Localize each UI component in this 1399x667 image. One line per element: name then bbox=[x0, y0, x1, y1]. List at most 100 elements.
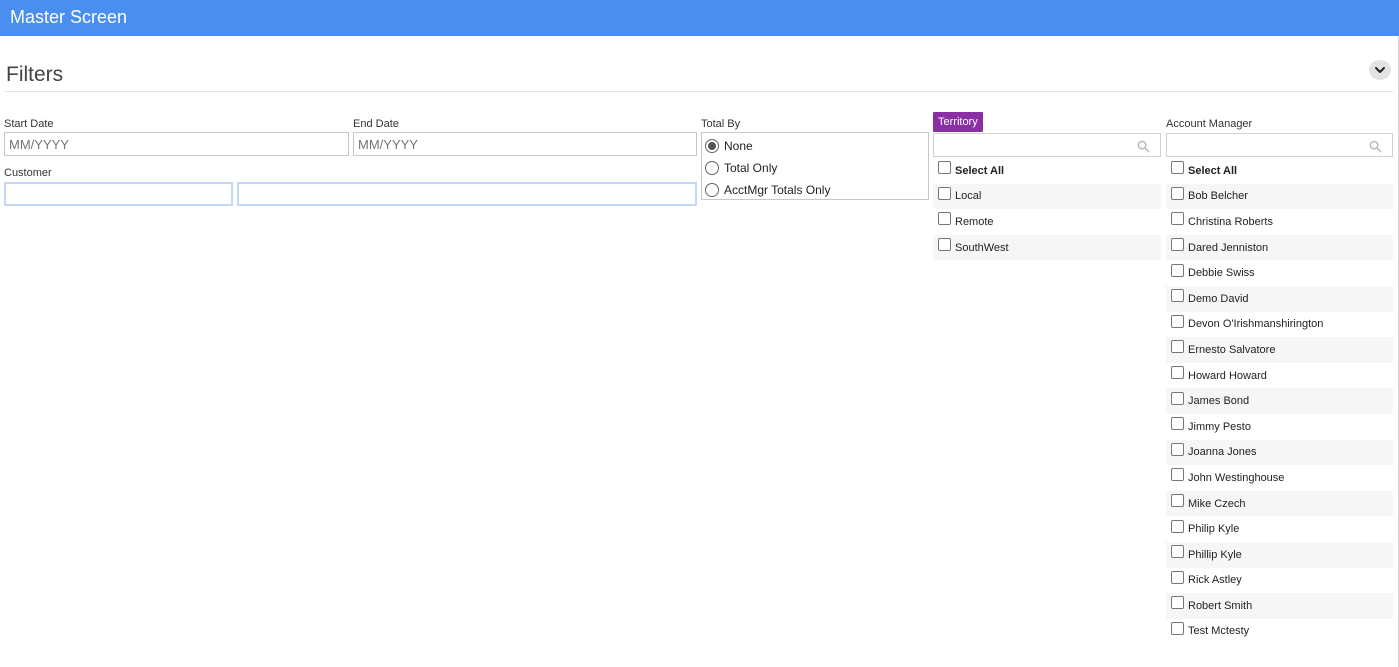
account-manager-item[interactable]: Christina Roberts bbox=[1166, 209, 1393, 235]
checkbox[interactable] bbox=[938, 212, 951, 226]
radio-button[interactable] bbox=[705, 139, 719, 153]
search-icon bbox=[1137, 140, 1150, 153]
list-item-label: SouthWest bbox=[955, 241, 1009, 254]
total-by-group: None Total Only AcctMgr Totals Only bbox=[701, 132, 929, 200]
checkbox[interactable] bbox=[1171, 570, 1184, 584]
app-title: Master Screen bbox=[10, 7, 128, 27]
list-item-label: Rick Astley bbox=[1188, 574, 1242, 587]
checkbox[interactable] bbox=[1171, 238, 1184, 252]
list-item-label: Local bbox=[955, 190, 982, 203]
territory-item-local[interactable]: Local bbox=[933, 183, 1161, 210]
list-item-label: Jimmy Pesto bbox=[1188, 420, 1251, 433]
account-manager-item[interactable]: Joanna Jones bbox=[1166, 439, 1393, 466]
account-manager-item[interactable]: Test Mctesty bbox=[1166, 618, 1393, 645]
list-item-label: Test Mctesty bbox=[1188, 625, 1250, 638]
total-by-label: Total By bbox=[701, 118, 741, 130]
checkbox[interactable] bbox=[1171, 186, 1184, 200]
radio-label: Total Only bbox=[724, 161, 778, 175]
account-manager-label: Account Manager bbox=[1166, 118, 1253, 130]
checkbox[interactable] bbox=[1171, 212, 1184, 226]
list-item-label: Dared Jenniston bbox=[1188, 241, 1269, 254]
customer-name-input[interactable] bbox=[237, 182, 697, 206]
territory-list: Select All Local Remote SouthWest bbox=[933, 158, 1161, 261]
customer-label: Customer bbox=[4, 167, 52, 179]
filters-divider bbox=[4, 91, 1393, 92]
checkbox[interactable] bbox=[1171, 161, 1184, 175]
list-item-label: Devon O'Irishmanshirington bbox=[1188, 318, 1324, 331]
checkbox[interactable] bbox=[1171, 340, 1184, 354]
chevron-down-icon bbox=[1375, 67, 1385, 73]
checkbox[interactable] bbox=[1171, 545, 1184, 559]
account-manager-item[interactable]: Ernesto Salvatore bbox=[1166, 337, 1393, 363]
territory-label: Territory bbox=[933, 112, 983, 132]
account-manager-item[interactable]: John Westinghouse bbox=[1166, 465, 1393, 491]
list-item-label: Debbie Swiss bbox=[1188, 267, 1255, 280]
account-manager-item[interactable]: Jimmy Pesto bbox=[1166, 413, 1393, 440]
start-date-input[interactable] bbox=[4, 132, 349, 156]
filters-heading: Filters bbox=[6, 63, 64, 86]
account-manager-item[interactable]: Rick Astley bbox=[1166, 567, 1393, 594]
territory-select-all[interactable]: Select All bbox=[933, 158, 1161, 184]
list-item-label: Select All bbox=[955, 164, 1005, 177]
account-manager-item[interactable]: Demo David bbox=[1166, 285, 1393, 312]
account-manager-item[interactable]: Debbie Swiss bbox=[1166, 260, 1393, 286]
account-manager-select-all[interactable]: Select All bbox=[1166, 158, 1393, 184]
list-item-label: Christina Roberts bbox=[1188, 215, 1273, 228]
account-manager-item[interactable]: Mike Czech bbox=[1166, 490, 1393, 517]
list-item-label: John Westinghouse bbox=[1188, 471, 1285, 484]
account-manager-list: Select All Bob Belcher Christina Roberts… bbox=[1166, 158, 1393, 645]
checkbox[interactable] bbox=[1171, 417, 1184, 431]
collapse-filters-button[interactable] bbox=[1369, 60, 1391, 80]
list-item-label: Howard Howard bbox=[1188, 369, 1267, 382]
checkbox[interactable] bbox=[1171, 442, 1184, 456]
account-manager-item[interactable]: Dared Jenniston bbox=[1166, 234, 1393, 261]
list-item-label: Select All bbox=[1188, 164, 1238, 177]
radio-button[interactable] bbox=[705, 183, 719, 197]
list-item-label: Philip Kyle bbox=[1188, 523, 1240, 536]
checkbox[interactable] bbox=[938, 161, 951, 175]
customer-code-input[interactable] bbox=[4, 182, 233, 206]
territory-item-southwest[interactable]: SouthWest bbox=[933, 234, 1161, 261]
account-manager-search-input[interactable] bbox=[1166, 133, 1393, 157]
account-manager-item[interactable]: James Bond bbox=[1166, 388, 1393, 414]
radio-button[interactable] bbox=[705, 161, 719, 175]
end-date-input[interactable] bbox=[353, 132, 697, 156]
account-manager-item[interactable]: Phillip Kyle bbox=[1166, 541, 1393, 568]
list-item-label: Demo David bbox=[1188, 292, 1249, 305]
account-manager-item[interactable]: Howard Howard bbox=[1166, 362, 1393, 389]
checkbox[interactable] bbox=[1171, 519, 1184, 533]
list-item-label: Ernesto Salvatore bbox=[1188, 343, 1276, 356]
checkbox[interactable] bbox=[1171, 468, 1184, 482]
checkbox[interactable] bbox=[1171, 366, 1184, 380]
checkbox[interactable] bbox=[1171, 621, 1184, 635]
title-bar: Master Screen bbox=[0, 0, 1399, 36]
checkbox[interactable] bbox=[938, 186, 951, 200]
account-manager-item[interactable]: Devon O'Irishmanshirington bbox=[1166, 311, 1393, 338]
account-manager-item[interactable]: Philip Kyle bbox=[1166, 516, 1393, 542]
list-item-label: Bob Belcher bbox=[1188, 190, 1248, 203]
checkbox[interactable] bbox=[1171, 494, 1184, 508]
search-icon bbox=[1369, 140, 1382, 153]
list-item-label: James Bond bbox=[1188, 395, 1250, 408]
radio-option-none[interactable]: None bbox=[705, 136, 753, 156]
account-manager-item[interactable]: Bob Belcher bbox=[1166, 183, 1393, 210]
checkbox[interactable] bbox=[1171, 263, 1184, 277]
radio-label: AcctMgr Totals Only bbox=[724, 183, 831, 197]
end-date-label: End Date bbox=[353, 118, 399, 130]
checkbox[interactable] bbox=[1171, 314, 1184, 328]
territory-item-remote[interactable]: Remote bbox=[933, 209, 1161, 235]
checkbox[interactable] bbox=[1171, 289, 1184, 303]
list-item-label: Robert Smith bbox=[1188, 599, 1253, 612]
account-manager-item[interactable]: Robert Smith bbox=[1166, 593, 1393, 619]
list-item-label: Joanna Jones bbox=[1188, 446, 1257, 459]
radio-label: None bbox=[724, 139, 753, 153]
checkbox[interactable] bbox=[938, 238, 951, 252]
checkbox[interactable] bbox=[1171, 596, 1184, 610]
radio-option-total-only[interactable]: Total Only bbox=[705, 158, 777, 178]
list-item-label: Phillip Kyle bbox=[1188, 548, 1242, 561]
list-item-label: Mike Czech bbox=[1188, 497, 1246, 510]
start-date-label: Start Date bbox=[4, 118, 54, 130]
territory-search-input[interactable] bbox=[933, 133, 1161, 157]
checkbox[interactable] bbox=[1171, 391, 1184, 405]
radio-option-acctmgr-totals-only[interactable]: AcctMgr Totals Only bbox=[705, 180, 830, 200]
